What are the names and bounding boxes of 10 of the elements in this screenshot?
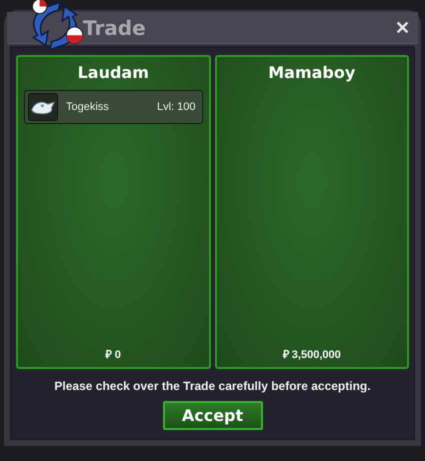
accept-button[interactable]: Accept: [162, 401, 262, 430]
instruction-text: Please check over the Trade carefully before accepting.: [54, 379, 371, 393]
trader-name: Laudam: [78, 63, 149, 82]
money-amount: ₽ 0: [106, 348, 121, 361]
pokemon-slot[interactable]: Togekiss Lvl: 100: [24, 90, 202, 124]
trader-name: Mamaboy: [268, 63, 356, 82]
window-title: Trade: [83, 16, 146, 40]
close-button[interactable]: ✕: [393, 16, 412, 38]
pokemon-sprite-icon: [28, 93, 58, 121]
money-amount: ₽ 3,500,000: [282, 348, 341, 361]
